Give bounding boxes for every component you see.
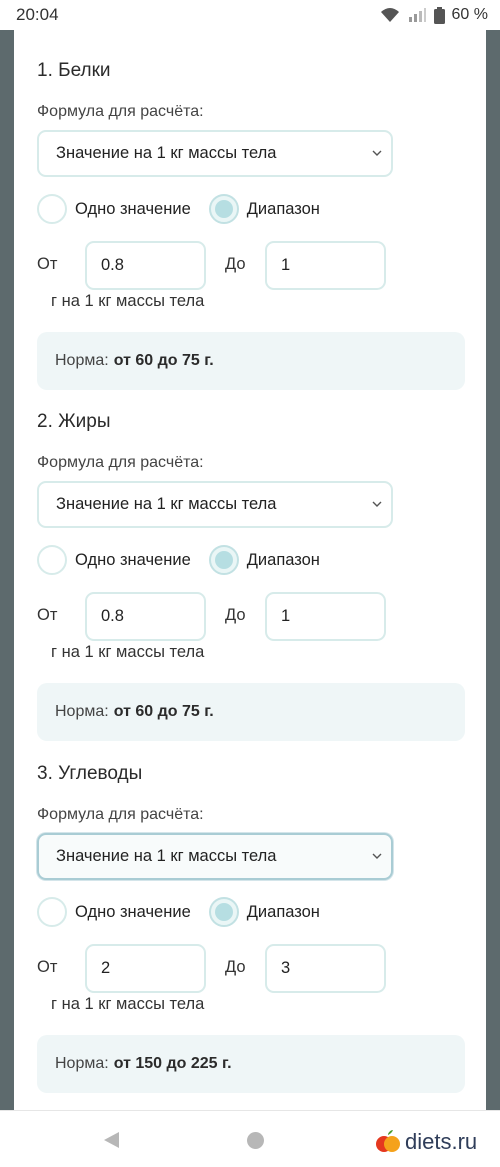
to-label: До [225,606,246,624]
apple-logo-icon [376,1130,400,1152]
back-icon[interactable] [104,1132,119,1148]
norm-box: Норма: от 60 до 75 г. [37,332,465,390]
section-proteins: 1. Белки Формула для расчёта: Значение н… [37,58,467,398]
status-icons: 60 % [380,6,488,24]
radio-range[interactable] [208,194,239,224]
to-label: До [225,958,246,976]
formula-select[interactable]: Значение на 1 кг массы тела [37,481,393,528]
norm-label: Норма: [55,352,109,369]
system-nav-bar: diets.ru [0,1110,500,1167]
battery-percent: 60 % [451,6,488,23]
signal-icon [408,8,426,22]
chevron-down-icon [372,501,382,507]
radio-single-label: Одно значение [75,902,191,921]
to-label: До [225,255,246,273]
section-carbs: 3. Углеводы Формула для расчёта: Значени… [37,761,467,1101]
formula-select[interactable]: Значение на 1 кг массы тела [37,833,393,880]
norm-label: Норма: [55,703,109,720]
unit-label: г на 1 кг массы тела [51,995,205,1013]
formula-select-value: Значение на 1 кг массы тела [56,847,277,865]
radio-single-value[interactable] [37,545,67,575]
section-fats: 2. Жиры Формула для расчёта: Значение на… [37,409,467,749]
wifi-icon [380,8,399,22]
from-label: От [37,958,58,976]
radio-range-label: Диапазон [246,550,320,569]
from-input[interactable]: 0.8 [85,592,206,641]
to-input[interactable]: 1 [265,241,386,290]
unit-label: г на 1 кг массы тела [51,292,205,310]
radio-single-label: Одно значение [75,550,191,569]
radio-group: Одно значение Диапазон [37,194,320,224]
formula-label: Формула для расчёта: [37,806,204,823]
status-time: 20:04 [16,5,59,24]
norm-label: Норма: [55,1055,109,1072]
norm-value: от 150 до 225 г. [113,1055,232,1072]
radio-group: Одно значение Диапазон [37,897,320,927]
norm-value: от 60 до 75 г. [113,703,214,720]
from-input[interactable]: 0.8 [85,241,206,290]
radio-range[interactable] [208,897,239,927]
formula-label: Формула для расчёта: [37,103,204,120]
formula-select[interactable]: Значение на 1 кг массы тела [37,130,393,177]
from-label: От [37,255,58,273]
radio-single-value[interactable] [37,194,67,224]
radio-group: Одно значение Диапазон [37,545,320,575]
unit-label: г на 1 кг массы тела [51,643,205,661]
radio-range[interactable] [208,545,239,575]
to-input[interactable]: 1 [265,592,386,641]
section-title: 3. Углеводы [37,763,143,784]
from-input[interactable]: 2 [85,944,206,993]
radio-range-label: Диапазон [246,199,320,218]
formula-select-value: Значение на 1 кг массы тела [56,495,277,513]
to-input[interactable]: 3 [265,944,386,993]
watermark: diets.ru [375,1129,477,1155]
formula-label: Формула для расчёта: [37,454,204,471]
status-bar: 20:04 60 % [0,0,500,30]
chevron-down-icon [372,853,382,859]
section-title: 2. Жиры [37,411,111,432]
radio-single-label: Одно значение [75,199,191,218]
radio-range-label: Диапазон [246,902,320,921]
chevron-down-icon [372,150,382,156]
from-label: От [37,606,58,624]
norm-box: Норма: от 150 до 225 г. [37,1035,465,1093]
formula-select-value: Значение на 1 кг массы тела [56,144,277,162]
section-title: 1. Белки [37,60,111,81]
battery-icon [433,6,445,24]
radio-single-value[interactable] [37,897,67,927]
norm-value: от 60 до 75 г. [113,352,214,369]
watermark-text: diets.ru [405,1129,478,1154]
norm-box: Норма: от 60 до 75 г. [37,683,465,741]
home-icon[interactable] [247,1132,264,1149]
